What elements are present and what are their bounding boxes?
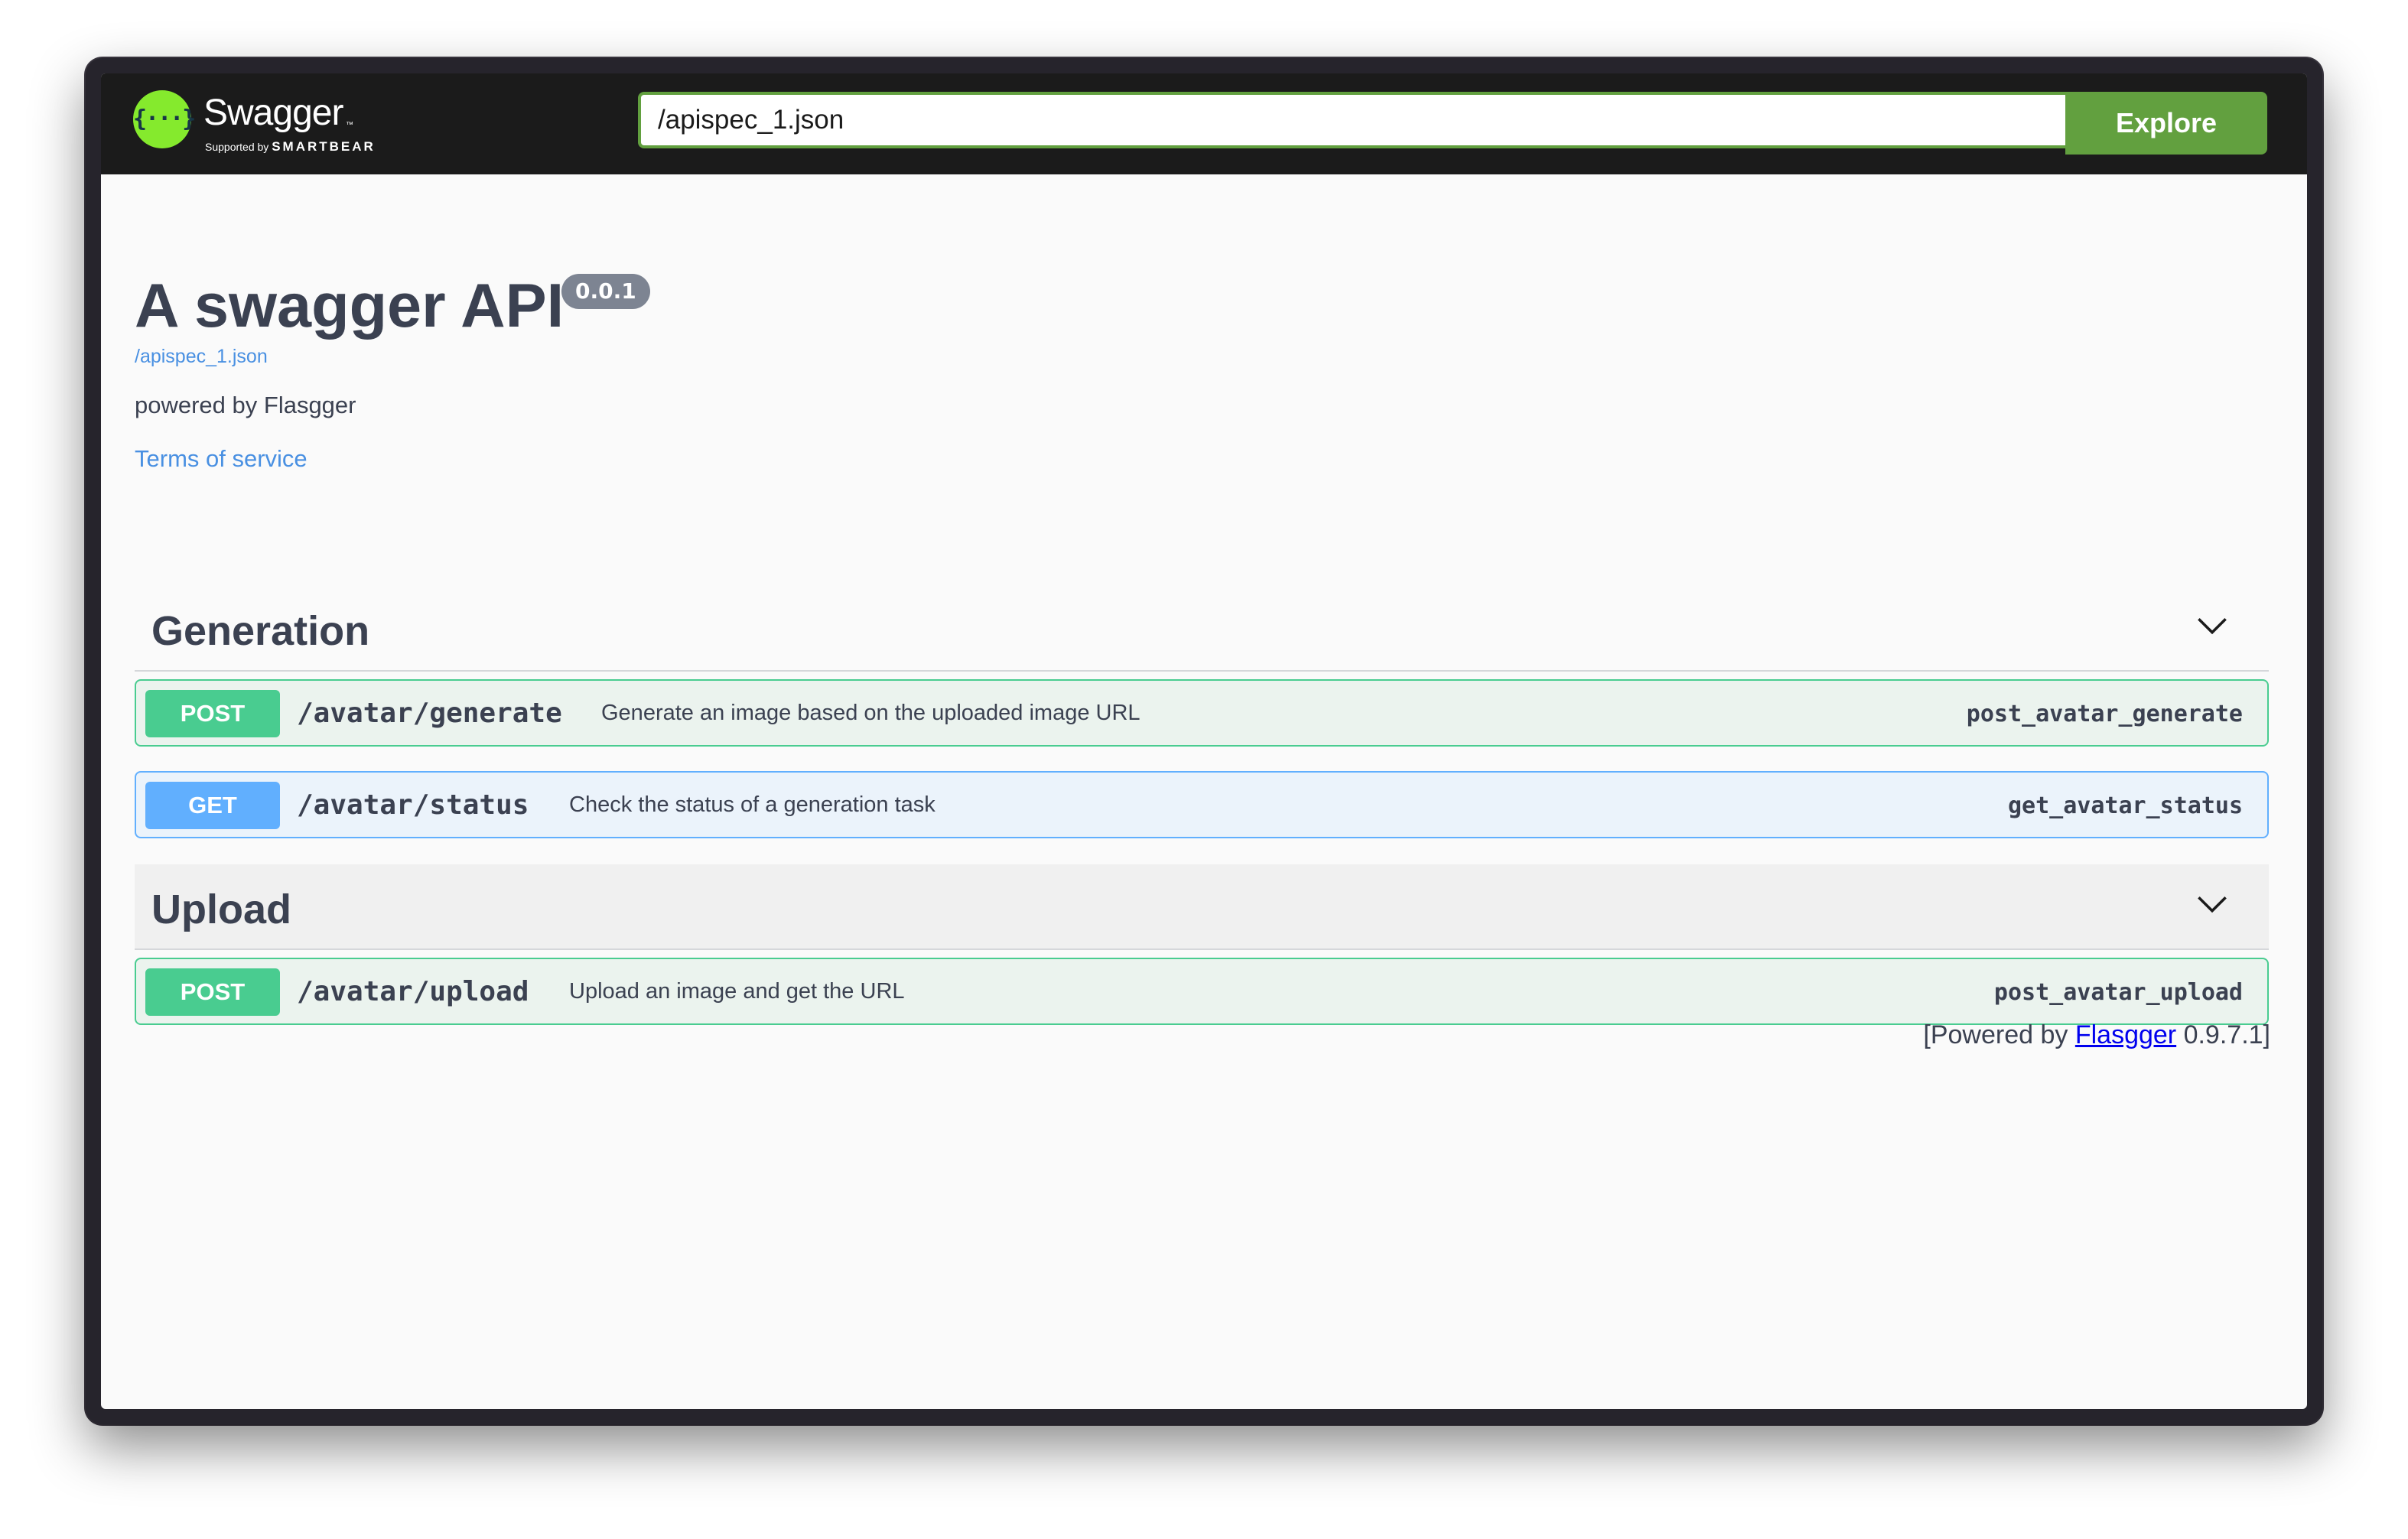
swagger-topbar: {···} Swagger ™ Supported by SMARTBEAR E…	[101, 73, 2307, 174]
operation-summary: Check the status of a generation task	[569, 792, 936, 817]
tag-title: Generation	[151, 608, 370, 654]
logo-tagline: Supported by SMARTBEAR	[205, 139, 376, 154]
tag-title: Upload	[151, 887, 291, 932]
flasgger-link[interactable]: Flasgger	[2075, 1020, 2176, 1049]
explore-button[interactable]: Explore	[2065, 92, 2267, 155]
operation-path: /avatar/generate	[297, 698, 562, 729]
logo-name: Swagger	[203, 93, 343, 133]
spec-url-link[interactable]: /apispec_1.json	[135, 346, 268, 368]
swagger-logo[interactable]: {···} Swagger ™ Supported by SMARTBEAR	[133, 89, 378, 158]
api-description: powered by Flasgger	[135, 392, 356, 418]
operation-id: get_avatar_status	[2007, 792, 2243, 819]
operation-post-avatar-upload[interactable]: POST /avatar/upload Upload an image and …	[135, 958, 2269, 1025]
operation-post-avatar-generate[interactable]: POST /avatar/generate Generate an image …	[135, 679, 2269, 747]
operation-summary: Upload an image and get the URL	[569, 979, 905, 1004]
logo-trademark: ™	[346, 121, 353, 129]
api-title: A swagger API	[135, 272, 565, 340]
chevron-down-icon[interactable]	[2195, 887, 2229, 921]
terms-of-service-link[interactable]: Terms of service	[135, 445, 308, 473]
operation-path: /avatar/status	[297, 789, 529, 821]
chevron-down-icon[interactable]	[2195, 609, 2229, 643]
spec-url-input[interactable]	[638, 92, 2065, 148]
tag-generation-header[interactable]: Generation	[135, 586, 2269, 672]
operation-path: /avatar/upload	[297, 976, 529, 1007]
swagger-logo-icon: {···}	[133, 90, 196, 148]
operation-summary: Generate an image based on the uploaded …	[601, 701, 1141, 725]
operation-id: post_avatar_upload	[1993, 979, 2243, 1006]
operation-get-avatar-status[interactable]: GET /avatar/status Check the status of a…	[135, 771, 2269, 838]
method-badge: POST	[145, 968, 280, 1016]
method-badge: POST	[145, 690, 280, 737]
tag-upload-header[interactable]: Upload	[135, 864, 2269, 950]
app-window: {···} Swagger ™ Supported by SMARTBEAR E…	[86, 58, 2322, 1424]
operation-id: post_avatar_generate	[1966, 701, 2243, 727]
browser-viewport: {···} Swagger ™ Supported by SMARTBEAR E…	[101, 73, 2307, 1409]
version-badge: 0.0.1	[561, 274, 650, 309]
powered-by-footer: [Powered by Flasgger 0.9.7.1]	[1923, 1020, 2270, 1049]
method-badge: GET	[145, 782, 280, 829]
